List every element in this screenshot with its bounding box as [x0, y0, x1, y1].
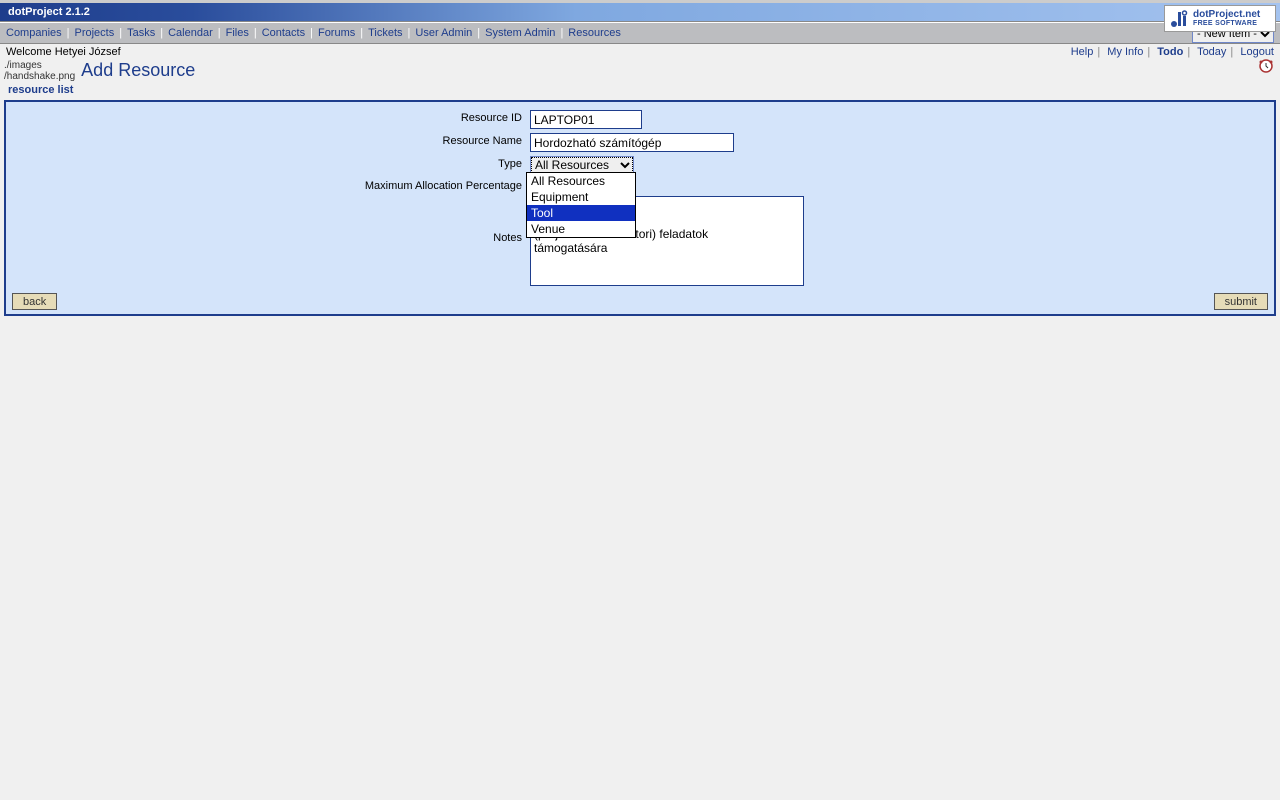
menu-files[interactable]: Files	[226, 27, 249, 39]
menu-user-admin[interactable]: User Admin	[415, 27, 472, 39]
menu-tasks[interactable]: Tasks	[127, 27, 155, 39]
type-dropdown-list: All ResourcesEquipmentToolVenue	[526, 172, 636, 238]
app-title: dotProject 2.1.2	[8, 6, 90, 18]
notes-label: Notes	[6, 194, 526, 291]
menu-projects[interactable]: Projects	[75, 27, 115, 39]
type-option-equipment[interactable]: Equipment	[527, 189, 635, 205]
resource-name-input[interactable]	[530, 133, 734, 152]
menu-resources[interactable]: Resources	[568, 27, 621, 39]
form-panel: Resource ID Resource Name Type All Resou…	[4, 100, 1276, 316]
menu-system-admin[interactable]: System Admin	[485, 27, 555, 39]
menu-companies[interactable]: Companies	[6, 27, 62, 39]
todo-link[interactable]: Todo	[1157, 46, 1183, 58]
menu-contacts[interactable]: Contacts	[262, 27, 305, 39]
welcome-text: Welcome Hetyei József	[6, 46, 121, 58]
handshake-icon: ./images /handshake.png	[4, 60, 75, 82]
brand-logo[interactable]: dotProject.net FREE SOFTWARE	[1164, 5, 1276, 32]
help-link[interactable]: Help	[1071, 46, 1094, 58]
back-button[interactable]: back	[12, 293, 57, 310]
type-option-all-resources[interactable]: All Resources	[527, 173, 635, 189]
clock-icon[interactable]	[1258, 58, 1274, 74]
menu-calendar[interactable]: Calendar	[168, 27, 213, 39]
main-menu: Companies|Projects|Tasks|Calendar|Files|…	[0, 22, 1280, 44]
submit-button[interactable]: submit	[1214, 293, 1268, 310]
max-alloc-label: Maximum Allocation Percentage	[6, 176, 526, 194]
brand-line1: dotProject.net	[1193, 10, 1260, 20]
resource-id-input[interactable]	[530, 110, 642, 129]
today-link[interactable]: Today	[1197, 46, 1226, 58]
type-label: Type	[6, 154, 526, 176]
resource-id-label: Resource ID	[6, 108, 526, 131]
myinfo-link[interactable]: My Info	[1107, 46, 1143, 58]
menu-forums[interactable]: Forums	[318, 27, 355, 39]
type-option-tool[interactable]: Tool	[527, 205, 635, 221]
logout-link[interactable]: Logout	[1240, 46, 1274, 58]
menu-tickets[interactable]: Tickets	[368, 27, 402, 39]
resource-name-label: Resource Name	[6, 131, 526, 154]
resource-list-link[interactable]: resource list	[8, 84, 73, 96]
brand-line2: FREE SOFTWARE	[1193, 20, 1260, 27]
page-title: Add Resource	[81, 60, 195, 81]
type-option-venue[interactable]: Venue	[527, 221, 635, 237]
